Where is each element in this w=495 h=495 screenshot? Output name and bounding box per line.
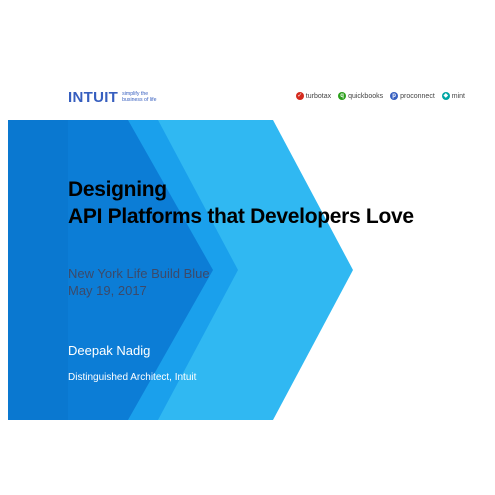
event-name: New York Life Build Blue [68,266,210,281]
logo-tagline: simplify the business of life [122,91,157,103]
brand-proconnect: p proconnect [390,92,435,100]
brand-quickbooks: q quickbooks [338,92,383,100]
brand-label: proconnect [400,92,435,100]
presenter-name: Deepak Nadig [68,343,151,358]
logo-wordmark: INTUIT [68,88,119,106]
event-date: May 19, 2017 [68,283,147,298]
quickbooks-qb-icon: q [338,92,347,100]
brand-turbotax: ✓ turbotax [295,92,332,100]
brand-label: mint [451,92,465,100]
slide-title: Designing API Platforms that Developers … [68,176,414,230]
turbotax-check-icon: ✓ [295,92,304,100]
intuit-logo: INTUIT simplify the business of life [68,87,162,107]
slide-subtitle: New York Life Build Blue May 19, 2017 [68,265,210,299]
presenter-role: Distinguished Architect, Intuit [68,372,197,383]
title-line-1: Designing [68,178,167,201]
proconnect-p-icon: p [390,92,399,100]
title-line-2: API Platforms that Developers Love [68,205,414,228]
mint-leaf-icon: ◆ [441,92,450,100]
band-left-edge [8,120,68,420]
slide-canvas: INTUIT simplify the business of life ✓ t… [0,0,495,495]
brand-row: ✓ turbotax q quickbooks p proconnect ◆ m… [295,92,465,100]
brand-label: quickbooks [348,92,384,100]
brand-label: turbotax [305,92,332,100]
brand-mint: ◆ mint [441,92,465,100]
